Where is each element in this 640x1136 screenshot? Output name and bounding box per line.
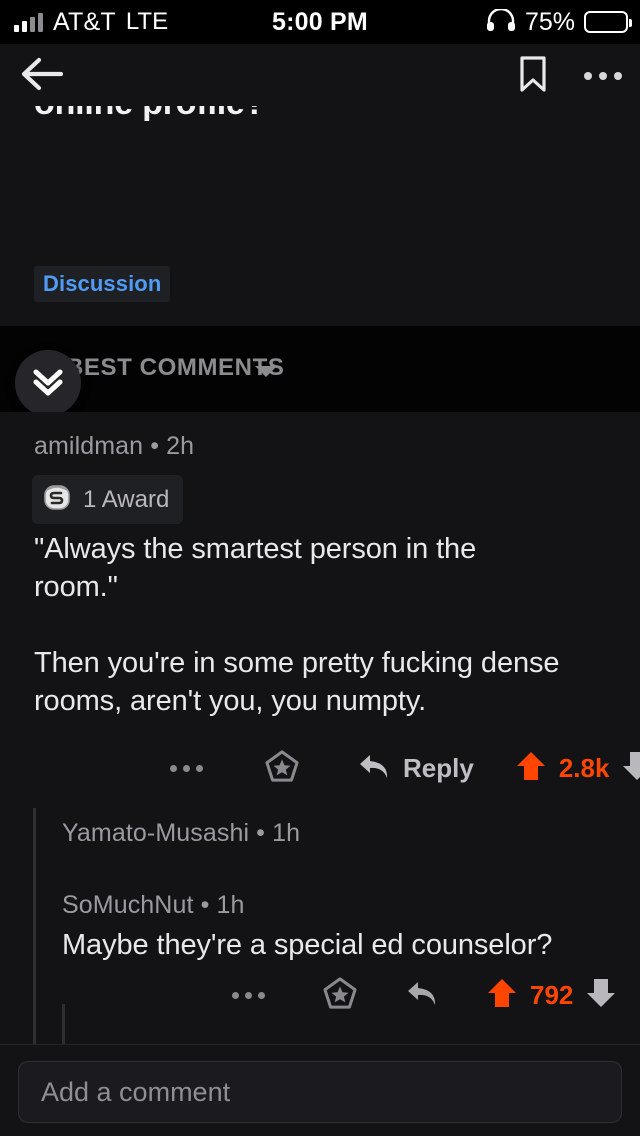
byline-separator: • <box>256 819 266 847</box>
headphones-icon <box>486 7 516 36</box>
status-bar: AT&T LTE 5:00 PM 75% <box>0 0 640 44</box>
battery-percent-label: 75% <box>524 7 575 36</box>
comment-composer-bar: Add a comment <box>0 1044 640 1136</box>
post-flair[interactable]: Discussion <box>34 266 171 302</box>
bookmark-button[interactable] <box>510 53 556 99</box>
comment-byline: SoMuchNut • 1h <box>62 891 244 920</box>
add-comment-input[interactable]: Add a comment <box>18 1061 622 1123</box>
post-card[interactable]: online profile? Discussion 7.2k <box>0 106 640 326</box>
upvote-arrow-icon[interactable] <box>516 750 546 787</box>
comment-age: 1h <box>216 891 245 919</box>
more-options-icon[interactable] <box>170 765 203 772</box>
add-comment-placeholder: Add a comment <box>41 1076 231 1107</box>
comment-body: Maybe they're a special ed counselor? <box>62 926 632 964</box>
downvote-arrow-icon[interactable] <box>622 750 640 787</box>
comment-author[interactable]: amildman <box>34 432 143 460</box>
comment-body-line: Maybe they're a special ed counselor? <box>62 929 553 961</box>
award-badge-icon[interactable] <box>323 977 357 1014</box>
more-options-icon[interactable] <box>232 992 265 999</box>
jump-to-next-comment-button[interactable] <box>15 350 81 416</box>
thread-line-depth-1[interactable] <box>33 808 36 1044</box>
thread-line-depth-2[interactable] <box>62 1004 65 1044</box>
comment-sort-bar[interactable]: BEST COMMENTS <box>0 326 640 412</box>
back-button[interactable] <box>16 50 68 102</box>
comment-score: 2.8k <box>558 753 610 783</box>
comment-score: 792 <box>530 980 574 1010</box>
comment-reply-button[interactable]: Reply <box>357 751 474 786</box>
comment-body-line: rooms, aren't you, you numpty. <box>34 685 427 717</box>
bookmark-icon <box>518 55 548 98</box>
comment-author[interactable]: Yamato-Musashi <box>62 819 249 847</box>
comment-body-line: room." <box>34 571 118 603</box>
comment-award-chip[interactable]: 1 Award <box>32 475 184 524</box>
comment-age: 2h <box>166 432 195 460</box>
chevron-down-icon[interactable] <box>255 366 277 377</box>
silver-award-icon <box>42 482 72 517</box>
top-navigation-bar <box>0 44 640 106</box>
award-badge-icon[interactable] <box>265 750 299 787</box>
more-options-icon <box>584 72 622 80</box>
comment-author[interactable]: SoMuchNut <box>62 891 194 919</box>
comment-body-spacer <box>34 606 624 644</box>
comment-list: amildman • 2h 1 Award "Always the smarte… <box>0 412 640 1044</box>
upvote-arrow-icon[interactable] <box>487 977 517 1014</box>
status-bar-right: 75% <box>486 7 632 37</box>
back-arrow-icon <box>21 57 64 96</box>
post-title: online profile? <box>34 106 614 124</box>
comment-byline: Yamato-Musashi • 1h <box>62 819 300 848</box>
battery-icon <box>584 11 632 33</box>
comment-byline: amildman • 2h <box>34 432 194 461</box>
byline-separator: • <box>150 432 160 460</box>
double-chevron-down-icon <box>30 364 66 403</box>
comment-action-bar: 792 <box>232 977 627 1014</box>
comment-body-line: Then you're in some pretty fucking dense <box>34 647 560 679</box>
downvote-arrow-icon[interactable] <box>586 977 616 1014</box>
top-navigation-actions <box>510 50 626 102</box>
comment-age: 1h <box>272 819 301 847</box>
reddit-post-screen: AT&T LTE 5:00 PM 75% Discussion BEST COM… <box>0 0 640 1136</box>
more-options-button[interactable] <box>580 53 626 99</box>
comment-body-line: "Always the smartest person in the <box>34 533 477 565</box>
comment-action-bar: Reply 2.8k <box>170 750 640 787</box>
reply-arrow-icon <box>405 982 439 1012</box>
comment-reply-button[interactable] <box>405 978 439 1013</box>
byline-separator: • <box>200 891 210 919</box>
comment-reply-label: Reply <box>403 753 474 783</box>
comment-award-label: 1 Award <box>83 485 170 513</box>
reply-arrow-icon <box>357 751 391 786</box>
comment-sort-label: BEST COMMENTS <box>66 354 285 381</box>
comment-body: "Always the smartest person in the room.… <box>34 530 624 720</box>
